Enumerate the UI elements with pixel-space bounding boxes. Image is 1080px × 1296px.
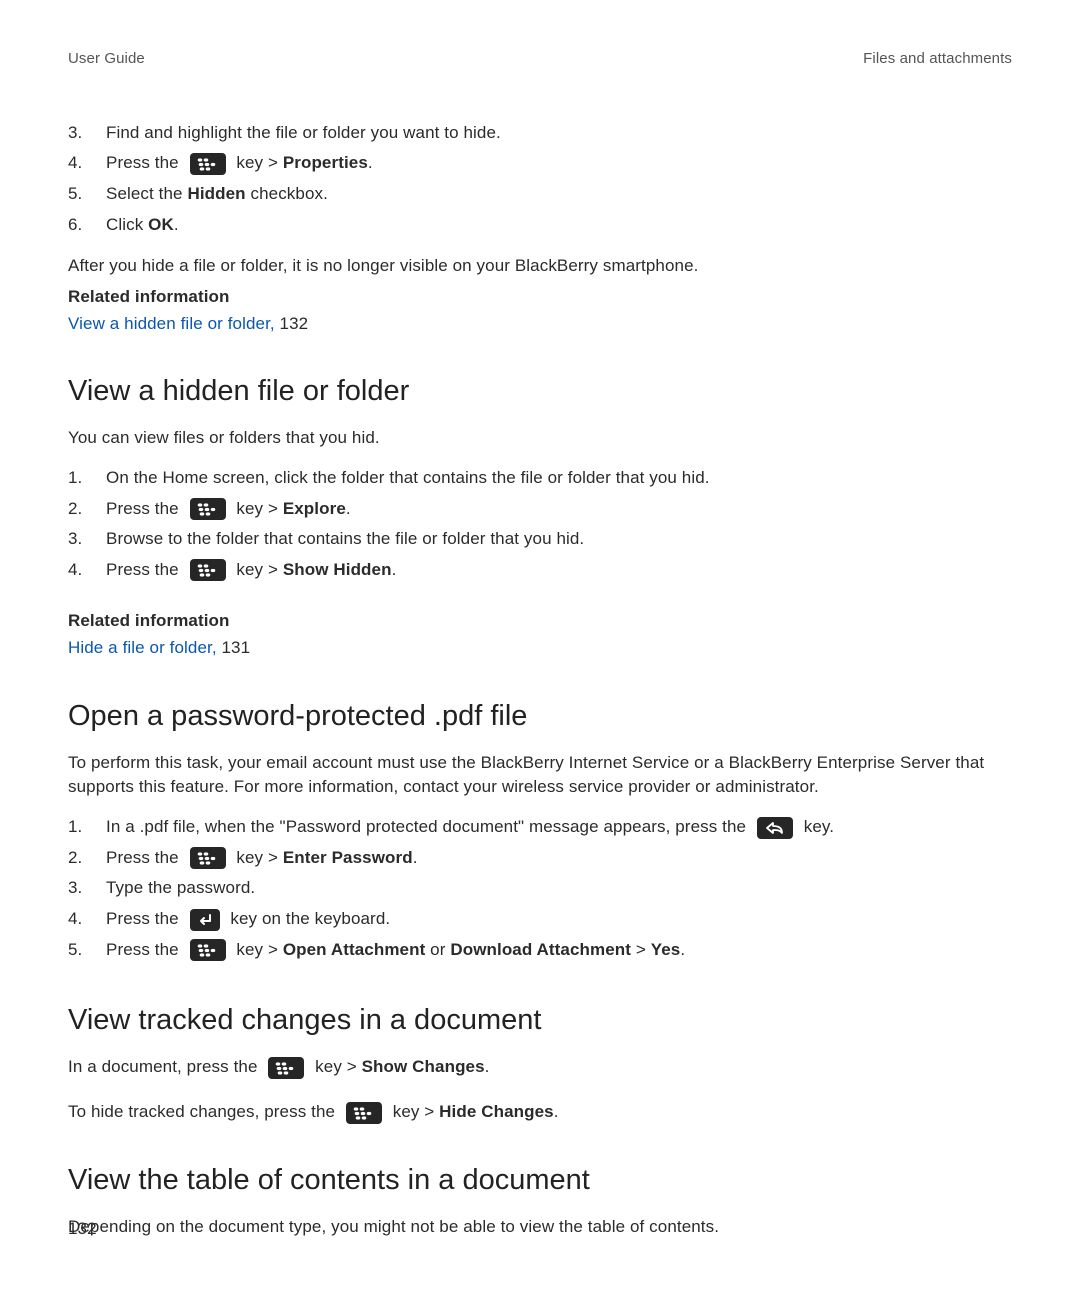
- document-page: User Guide Files and attachments 3. Find…: [0, 0, 1080, 1296]
- step-number: 5.: [68, 182, 106, 207]
- step-number: 6.: [68, 213, 106, 238]
- step-text: On the Home screen, click the folder tha…: [106, 466, 1012, 491]
- related-link-row: View a hidden file or folder, 132: [68, 312, 1012, 337]
- related-page-ref: 131: [217, 638, 251, 657]
- step-text: Press the key > Properties.: [106, 151, 1012, 176]
- step-number: 1.: [68, 815, 106, 840]
- menu-key-icon: [190, 847, 226, 869]
- para: To hide tracked changes, press the key >…: [68, 1100, 1012, 1125]
- section-intro: To perform this task, your email account…: [68, 751, 1012, 800]
- step-text: Browse to the folder that contains the f…: [106, 527, 1012, 552]
- sect1-steps: 1. On the Home screen, click the folder …: [68, 463, 1012, 586]
- step-number: 3.: [68, 876, 106, 901]
- step-text: Type the password.: [106, 876, 1012, 901]
- menu-key-icon: [346, 1102, 382, 1124]
- step-text: Press the key > Enter Password.: [106, 846, 1012, 871]
- related-info-heading: Related information: [68, 285, 1012, 310]
- related-link[interactable]: Hide a file or folder,: [68, 638, 217, 657]
- section-view-hidden: View a hidden file or folder You can vie…: [68, 370, 1012, 661]
- step-number: 4.: [68, 558, 106, 583]
- step-text: Press the key > Open Attachment or Downl…: [106, 938, 1012, 963]
- step-number: 3.: [68, 121, 106, 146]
- sect2-steps: 1. In a .pdf file, when the "Password pr…: [68, 812, 1012, 965]
- enter-key-icon: [190, 909, 220, 931]
- related-link-row: Hide a file or folder, 131: [68, 636, 1012, 661]
- section-toc: View the table of contents in a document…: [68, 1159, 1012, 1240]
- section-open-pdf: Open a password-protected .pdf file To p…: [68, 695, 1012, 966]
- step-text: Press the key > Show Hidden.: [106, 558, 1012, 583]
- menu-key-icon: [190, 153, 226, 175]
- header-right: Files and attachments: [863, 48, 1012, 70]
- header-left: User Guide: [68, 48, 145, 70]
- step-text: Find and highlight the file or folder yo…: [106, 121, 1012, 146]
- related-info-heading: Related information: [68, 609, 1012, 634]
- section-intro: Depending on the document type, you migh…: [68, 1215, 1012, 1240]
- related-link[interactable]: View a hidden file or folder,: [68, 314, 275, 333]
- step-text: Press the key on the keyboard.: [106, 907, 1012, 932]
- menu-key-icon: [268, 1057, 304, 1079]
- page-header: User Guide Files and attachments: [68, 48, 1012, 70]
- menu-key-icon: [190, 498, 226, 520]
- section-intro: You can view files or folders that you h…: [68, 426, 1012, 451]
- related-page-ref: 132: [275, 314, 309, 333]
- step-number: 4.: [68, 907, 106, 932]
- intro-after: After you hide a file or folder, it is n…: [68, 254, 1012, 279]
- step-number: 2.: [68, 846, 106, 871]
- step-number: 1.: [68, 466, 106, 491]
- section-heading: View the table of contents in a document: [68, 1159, 1012, 1201]
- section-heading: View tracked changes in a document: [68, 999, 1012, 1041]
- step-text: In a .pdf file, when the "Password prote…: [106, 815, 1012, 840]
- back-key-icon: [757, 817, 793, 839]
- page-number: 132: [68, 1217, 97, 1242]
- section-heading: Open a password-protected .pdf file: [68, 695, 1012, 737]
- section-heading: View a hidden file or folder: [68, 370, 1012, 412]
- section-tracked-changes: View tracked changes in a document In a …: [68, 999, 1012, 1124]
- intro-steps: 3. Find and highlight the file or folder…: [68, 118, 1012, 241]
- step-number: 5.: [68, 938, 106, 963]
- step-text: Select the Hidden checkbox.: [106, 182, 1012, 207]
- step-text: Press the key > Explore.: [106, 497, 1012, 522]
- step-number: 3.: [68, 527, 106, 552]
- step-text: Click OK.: [106, 213, 1012, 238]
- menu-key-icon: [190, 559, 226, 581]
- para: In a document, press the key > Show Chan…: [68, 1055, 1012, 1080]
- step-number: 4.: [68, 151, 106, 176]
- menu-key-icon: [190, 939, 226, 961]
- step-number: 2.: [68, 497, 106, 522]
